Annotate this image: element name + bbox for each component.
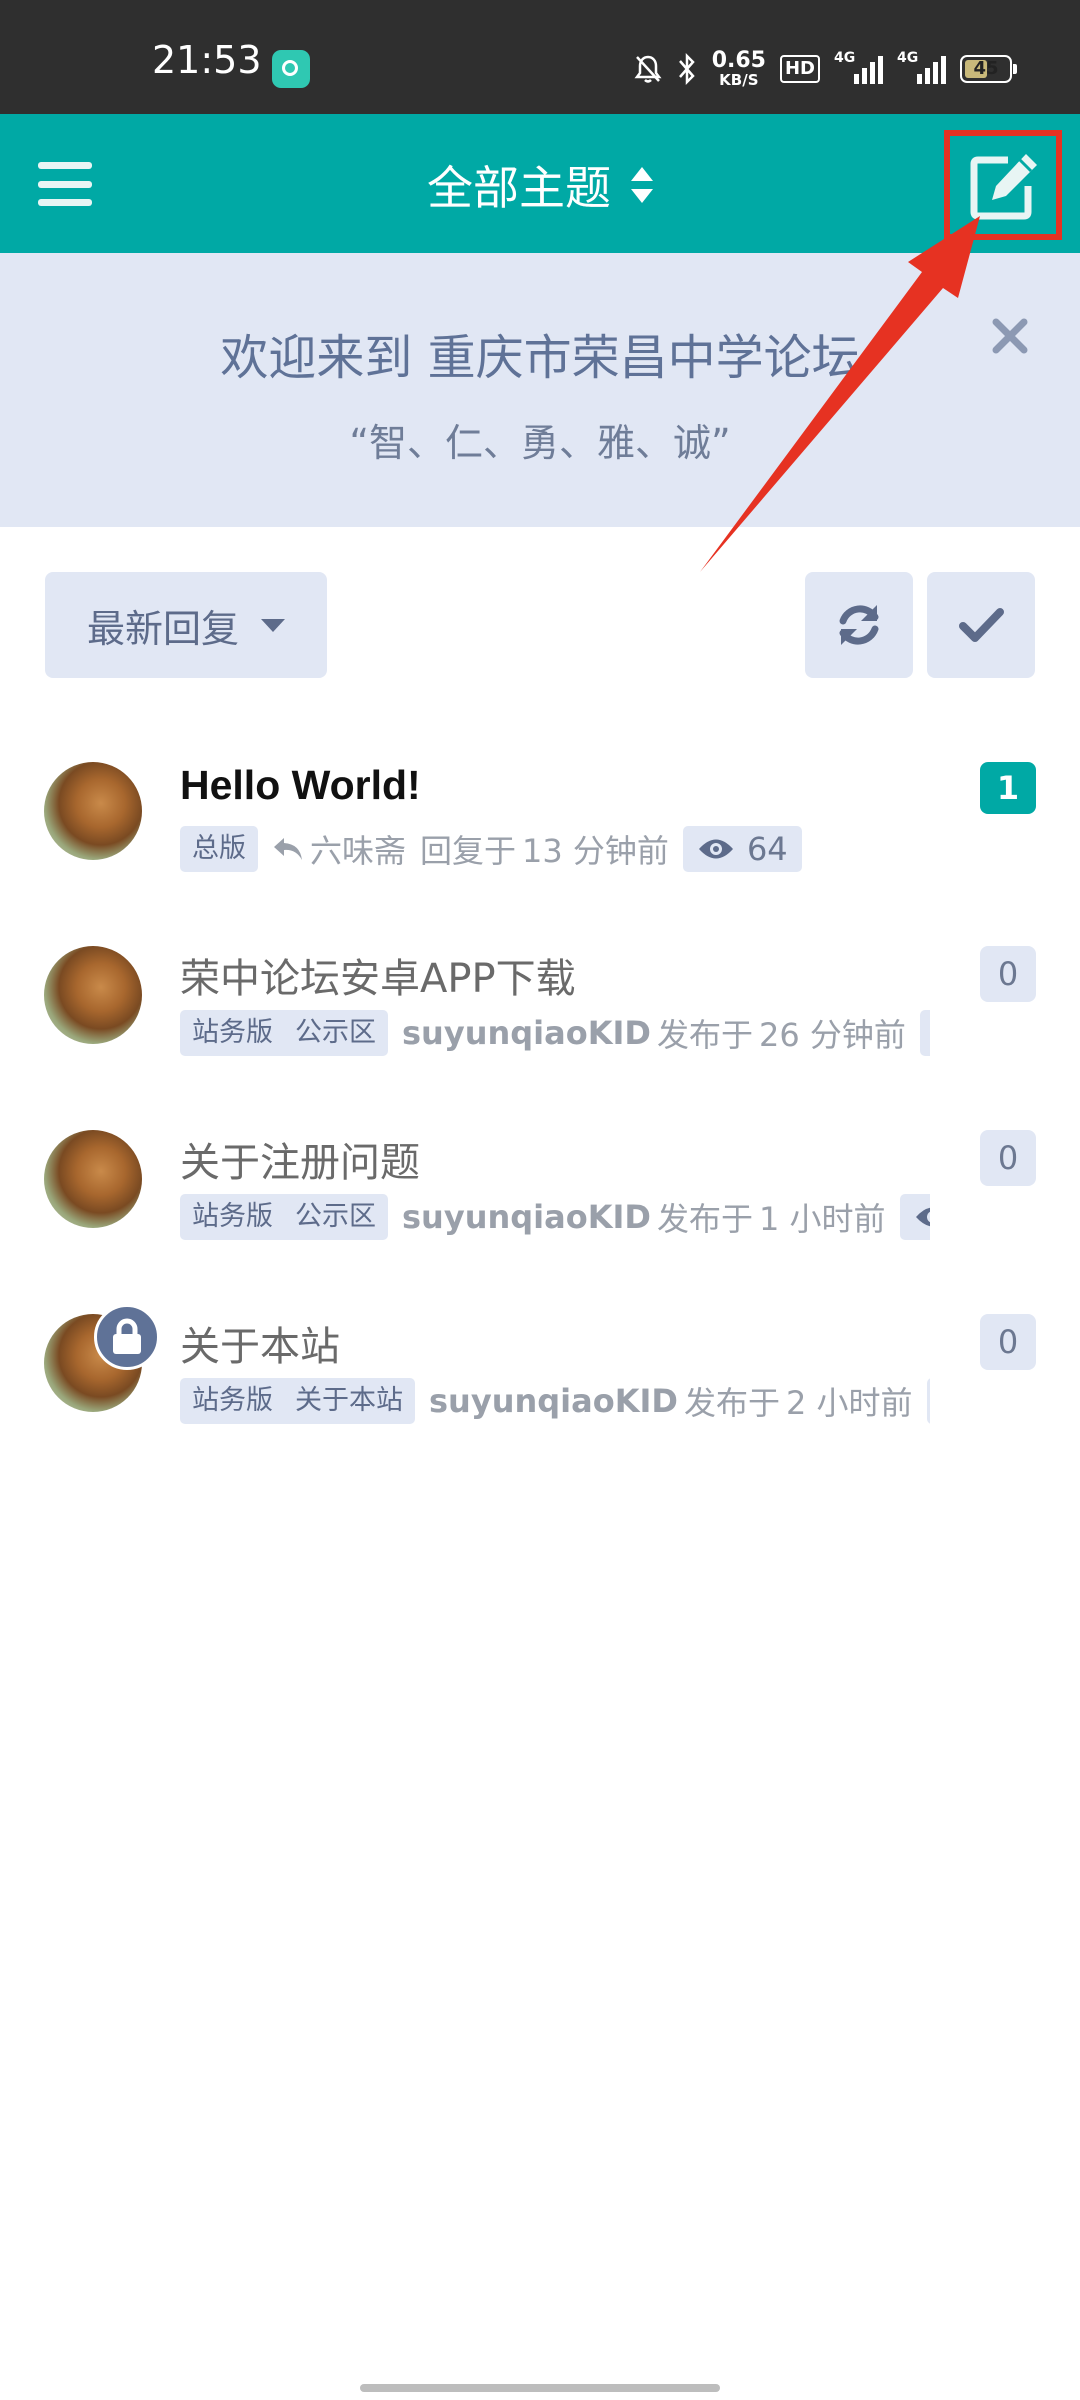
chevron-down-icon <box>261 618 285 632</box>
battery-icon: 45 <box>960 55 1017 83</box>
discussion-user[interactable]: suyunqiaoKID <box>402 1014 651 1052</box>
discussion-meta: 站务版 公示区 suyunqiaoKID 发布于 1 小时前 <box>180 1192 930 1242</box>
discussion-time: 26 分钟前 <box>758 1016 906 1054</box>
reply-count-badge: 0 <box>980 946 1036 1002</box>
lock-icon <box>113 1318 141 1354</box>
tag-badge[interactable]: 总版 <box>180 826 258 872</box>
reply-icon <box>274 838 302 860</box>
reply-count-badge: 0 <box>980 1314 1036 1370</box>
hero-title: 欢迎来到 重庆市荣昌中学论坛 <box>220 330 860 386</box>
discussion-meta: 站务版 关于本站 suyunqiaoKID 发布于 2 小时前 <box>180 1376 930 1426</box>
discussion-user[interactable]: suyunqiaoKID <box>402 1198 651 1236</box>
signal-icon: 4G <box>834 50 883 84</box>
discussion-time: 1 小时前 <box>758 1200 886 1238</box>
sort-toggle-icon <box>631 167 653 203</box>
discussion-time: 2 小时前 <box>785 1384 913 1422</box>
eye-icon <box>915 1207 930 1227</box>
avatar[interactable] <box>44 1130 142 1228</box>
discussion-meta: 站务版 公示区 suyunqiaoKID 发布于 26 分钟前 <box>180 1008 930 1058</box>
discussion-action: 发布于 <box>683 1384 780 1422</box>
discussion-title[interactable]: 荣中论坛安卓APP下载 <box>180 946 576 1004</box>
home-indicator[interactable] <box>360 2384 720 2392</box>
welcome-hero <box>0 253 1080 527</box>
sort-dropdown-button[interactable]: 最新回复 <box>45 572 327 678</box>
network-speed: 0.65 KB/S <box>711 48 766 89</box>
lock-icon-badge <box>94 1304 160 1370</box>
edit-icon[interactable] <box>968 150 1042 220</box>
mark-all-read-button[interactable] <box>927 572 1035 678</box>
discussion-row[interactable]: 关于本站 站务版 关于本站 suyunqiaoKID 发布于 2 小时前 0 <box>0 1304 1080 1498</box>
views-badge <box>926 1378 930 1424</box>
page-title[interactable]: 全部主题 <box>0 152 1080 218</box>
page-title-label: 全部主题 <box>427 161 611 215</box>
tag-badge[interactable]: 站务版 关于本站 <box>180 1378 415 1424</box>
status-time: 21:53 <box>152 38 262 82</box>
avatar[interactable] <box>44 946 142 1044</box>
signal-icon: 4G <box>897 50 946 84</box>
discussion-time: 13 分钟前 <box>522 832 669 870</box>
discussion-user[interactable]: 六味斋 <box>310 826 406 872</box>
refresh-icon <box>839 605 879 645</box>
check-icon <box>959 608 1004 642</box>
tag-badge[interactable]: 站务版 公示区 <box>180 1194 388 1240</box>
views-badge: 64 <box>682 826 802 872</box>
reply-count-badge: 1 <box>980 762 1036 814</box>
reply-count-badge: 0 <box>980 1130 1036 1186</box>
discussion-action: 发布于 <box>656 1016 753 1054</box>
discussion-title[interactable]: 关于本站 <box>180 1314 340 1372</box>
mute-bell-icon <box>634 55 662 83</box>
status-indicators: 0.65 KB/S HD 4G 4G 45 <box>634 44 1017 94</box>
refresh-button[interactable] <box>805 572 913 678</box>
discussion-row[interactable]: 荣中论坛安卓APP下载 站务版 公示区 suyunqiaoKID 发布于 26 分… <box>0 946 1080 1130</box>
hd-voice-badge: HD <box>779 55 820 83</box>
eye-icon <box>698 839 733 859</box>
close-icon[interactable] <box>990 316 1030 356</box>
bluetooth-icon <box>678 52 695 86</box>
discussion-action: 发布于 <box>656 1200 753 1238</box>
discussion-user[interactable]: suyunqiaoKID <box>429 1382 678 1420</box>
avatar[interactable] <box>44 762 142 860</box>
discussion-row[interactable]: 关于注册问题 站务版 公示区 suyunqiaoKID 发布于 1 小时前 0 <box>0 1130 1080 1314</box>
discussion-title[interactable]: 关于注册问题 <box>180 1130 420 1188</box>
tag-badge[interactable]: 站务版 公示区 <box>180 1010 388 1056</box>
discussion-action: 回复于 <box>420 832 517 870</box>
views-badge <box>899 1194 930 1240</box>
views-badge <box>919 1010 930 1056</box>
sort-dropdown-label: 最新回复 <box>86 606 239 651</box>
discussion-meta: 总版 六味斋 回复于 13 分钟前 64 <box>180 824 930 874</box>
discussion-row[interactable]: Hello World! 总版 六味斋 回复于 13 分钟前 64 1 <box>0 762 1080 946</box>
discussion-title[interactable]: Hello World! <box>180 762 421 809</box>
hero-subtitle: “智、仁、勇、雅、诚” <box>349 421 731 465</box>
app-notification-icon <box>272 50 310 88</box>
